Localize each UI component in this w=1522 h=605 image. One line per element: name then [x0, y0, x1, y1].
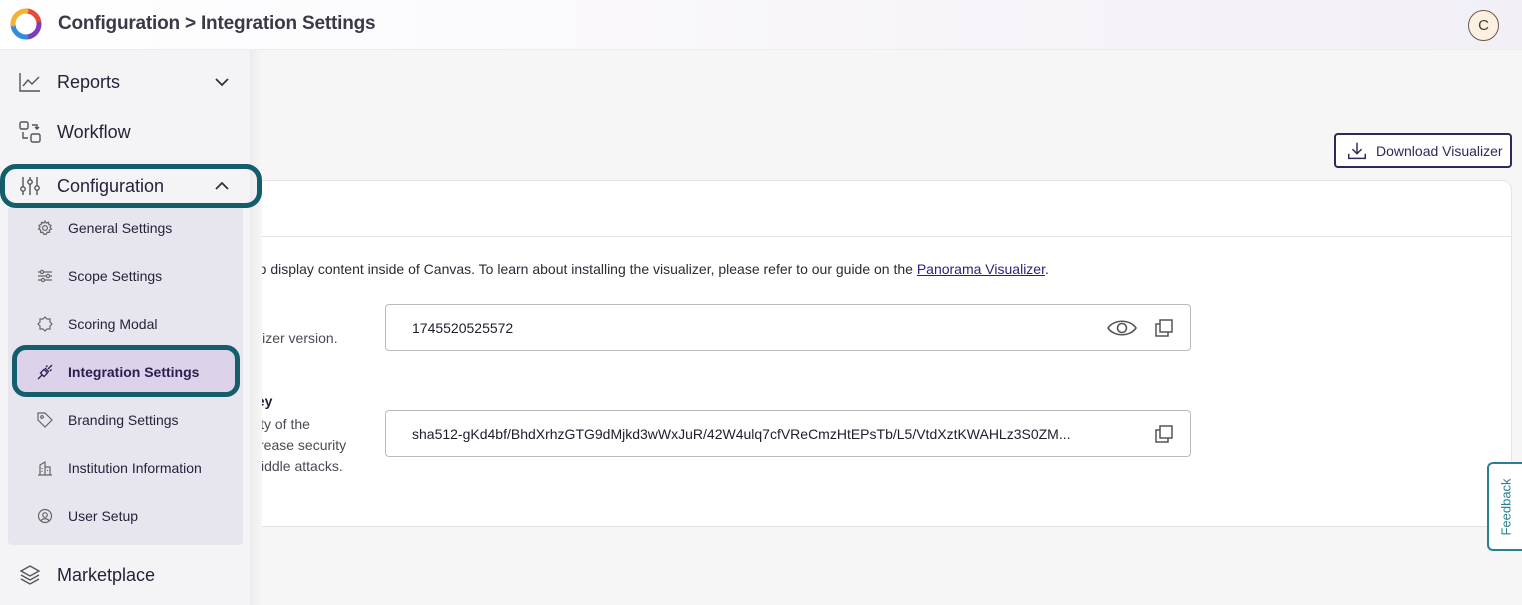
sidebar-item-label: Reports	[57, 71, 121, 92]
gear-icon	[36, 219, 54, 237]
card-header: tion	[151, 181, 1511, 237]
field1-description: lizer version.	[259, 330, 338, 346]
avatar[interactable]: C	[1468, 10, 1499, 41]
feedback-tab[interactable]: Feedback	[1487, 462, 1522, 551]
version-value: 1745520525572	[412, 319, 514, 336]
top-bar: Configuration > Integration Settings C	[0, 0, 1522, 50]
sidebar-item-label: Marketplace	[57, 564, 156, 585]
panorama-visualizer-link[interactable]: Panorama Visualizer	[917, 261, 1045, 277]
sidebar-item-marketplace[interactable]: Marketplace	[0, 553, 250, 597]
user-gear-icon	[36, 507, 54, 525]
submenu-item-institution-information[interactable]: Institution Information	[8, 448, 243, 488]
submenu-item-scoring-modal[interactable]: Scoring Modal	[8, 304, 243, 344]
sliders-h-icon	[36, 267, 54, 285]
app-logo[interactable]	[9, 8, 43, 40]
field2-description-line2: rease security	[259, 437, 347, 453]
workflow-icon	[19, 121, 41, 143]
submenu-item-label: Scoring Modal	[68, 316, 158, 332]
feedback-label: Feedback	[1498, 477, 1513, 536]
configuration-highlight	[0, 164, 262, 208]
version-field[interactable]: 1745520525572	[385, 304, 1191, 351]
submenu-item-user-setup[interactable]: User Setup	[8, 496, 243, 536]
building-icon	[36, 459, 54, 477]
plug-icon	[36, 363, 54, 381]
submenu-item-label: General Settings	[68, 220, 173, 236]
sidebar-item-workflow[interactable]: Workflow	[0, 110, 250, 154]
field2-description-line1: ity of the	[257, 416, 310, 432]
submenu-item-label: Institution Information	[68, 460, 202, 476]
submenu-item-label: Branding Settings	[68, 412, 179, 428]
sidebar-item-reports[interactable]: Reports	[0, 60, 250, 104]
submenu-item-label: User Setup	[68, 508, 139, 524]
download-visualizer-button[interactable]: Download Visualizer	[1334, 133, 1512, 168]
card-description: rama to display content inside of Canvas…	[219, 261, 1049, 277]
copy-icon[interactable]	[1152, 317, 1176, 339]
breadcrumb: Configuration > Integration Settings	[58, 13, 376, 34]
submenu-item-general-settings[interactable]: General Settings	[8, 208, 243, 248]
layers-icon	[19, 564, 41, 586]
tag-icon	[36, 411, 54, 429]
submenu-item-branding-settings[interactable]: Branding Settings	[8, 400, 243, 440]
eye-icon[interactable]	[1106, 317, 1138, 339]
submenu-item-label: Scope Settings	[68, 268, 163, 284]
badge-icon	[36, 315, 54, 333]
integrity-key-field[interactable]: sha512-gKd4bf/BhdXrhzGTG9dMjkd3wWxJuR/42…	[385, 410, 1191, 457]
chevron-down-icon[interactable]	[213, 73, 231, 91]
submenu-item-scope-settings[interactable]: Scope Settings	[8, 256, 243, 296]
integration-card: tion rama to display content inside of C…	[150, 180, 1512, 527]
copy-icon[interactable]	[1152, 423, 1176, 445]
download-icon	[1348, 142, 1366, 159]
chart-line-icon	[19, 71, 41, 93]
sidebar-item-label: Workflow	[57, 121, 131, 142]
submenu-item-integration-settings[interactable]: Integration Settings	[8, 352, 243, 392]
submenu-item-label: Integration Settings	[68, 364, 200, 380]
integrity-key-value: sha512-gKd4bf/BhdXrhzGTG9dMjkd3wWxJuR/42…	[412, 425, 1071, 442]
field2-description-line3: iddle attacks.	[261, 458, 343, 474]
download-visualizer-label: Download Visualizer	[1376, 142, 1503, 159]
